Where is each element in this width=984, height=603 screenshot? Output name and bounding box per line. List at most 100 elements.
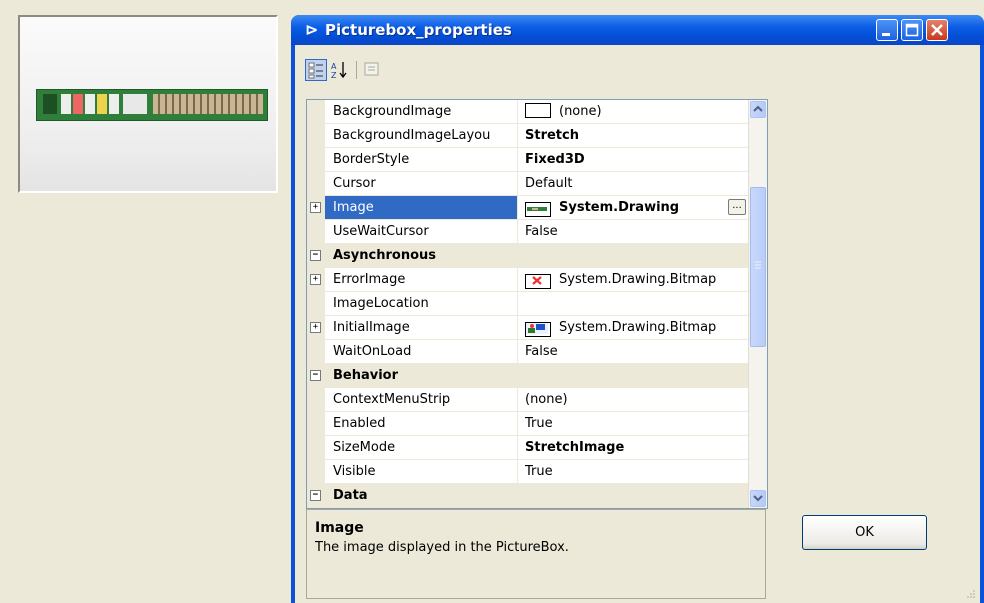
category-label: Behavior [333, 368, 399, 383]
scroll-up-button[interactable] [750, 101, 766, 118]
initial-thumb-icon [525, 322, 551, 337]
property-value-text: (none) [559, 104, 602, 119]
categorized-button[interactable] [305, 59, 327, 81]
property-value[interactable]: Default [519, 172, 748, 195]
collapse-icon[interactable]: − [310, 250, 321, 261]
toolbar-separator [356, 61, 357, 79]
collapse-icon[interactable]: − [310, 370, 321, 381]
property-value-text: System.Drawing.Bitmap [559, 272, 717, 287]
property-value[interactable]: True [519, 412, 748, 435]
property-name: InitialImage [325, 316, 518, 339]
scroll-down-button[interactable] [750, 490, 766, 507]
property-value[interactable]: System.Drawing.Bitmap [519, 268, 748, 291]
app-icon: ⊳ [305, 20, 319, 39]
help-panel: Image The image displayed in the Picture… [306, 509, 766, 599]
row-gutter [307, 172, 325, 195]
board-thumb-icon [525, 202, 551, 217]
properties-window: ⊳ Picturebox_properties A Z BackgroundIm… [291, 15, 984, 603]
title-bar[interactable]: ⊳ Picturebox_properties [291, 15, 984, 45]
property-value[interactable] [519, 292, 748, 315]
maximize-button[interactable] [901, 19, 923, 41]
ok-button[interactable]: OK [802, 515, 927, 550]
property-value-text: False [525, 344, 558, 359]
close-button[interactable] [926, 19, 948, 41]
row-gutter [307, 340, 325, 363]
property-value[interactable]: System.Drawing... [519, 196, 748, 219]
row-gutter [307, 292, 325, 315]
svg-text:A: A [331, 62, 337, 71]
property-value[interactable]: StretchImage [519, 436, 748, 459]
property-row[interactable]: SizeMode StretchImage [307, 436, 748, 460]
property-row[interactable]: Cursor Default [307, 172, 748, 196]
property-row[interactable]: BorderStyle Fixed3D [307, 148, 748, 172]
property-value[interactable]: Fixed3D [519, 148, 748, 171]
property-value[interactable]: True [519, 460, 748, 483]
property-value-text: True [525, 416, 553, 431]
property-row[interactable]: Visible True [307, 460, 748, 484]
property-value[interactable]: Stretch [519, 124, 748, 147]
category-row[interactable]: − Behavior [307, 364, 748, 388]
row-gutter [307, 124, 325, 147]
expand-icon[interactable]: + [310, 274, 321, 285]
alphabetical-icon: A Z [331, 62, 347, 80]
category-row[interactable]: − Asynchronous [307, 244, 748, 268]
ellipsis-button[interactable]: ... [728, 199, 746, 215]
property-row[interactable]: BackgroundImage (none) [307, 100, 748, 124]
property-value-text: Fixed3D [525, 152, 585, 167]
property-grid-rows: BackgroundImage (none) BackgroundImageLayo… [307, 100, 748, 508]
property-name: BorderStyle [325, 148, 518, 171]
property-row[interactable]: ImageLocation [307, 292, 748, 316]
property-row[interactable]: + InitialImage System.Drawing.Bitmap [307, 316, 748, 340]
row-gutter [307, 412, 325, 435]
blank-icon [525, 103, 551, 118]
property-row[interactable]: WaitOnLoad False [307, 340, 748, 364]
category-row[interactable]: − Data [307, 484, 748, 508]
property-name: Visible [325, 460, 518, 483]
error-thumb-icon [525, 274, 551, 289]
category-label: Asynchronous [333, 248, 437, 263]
alphabetical-button[interactable]: A Z [329, 59, 351, 81]
expand-icon[interactable]: + [310, 322, 321, 333]
property-pages-button[interactable] [361, 59, 383, 81]
property-row[interactable]: UseWaitCursor False [307, 220, 748, 244]
svg-text:Z: Z [331, 71, 337, 80]
picture-box [18, 15, 278, 193]
expand-icon[interactable]: + [310, 202, 321, 213]
property-row[interactable]: ContextMenuStrip (none) [307, 388, 748, 412]
property-value[interactable]: (none) [519, 100, 748, 123]
property-value-text: Stretch [525, 128, 579, 143]
property-value-text: System.Drawing.Bitmap [559, 320, 717, 335]
row-gutter [307, 460, 325, 483]
property-value-text: System.Drawing [559, 200, 680, 215]
property-row[interactable]: + ErrorImage System.Drawing.Bitmap [307, 268, 748, 292]
property-row[interactable]: BackgroundImageLayou Stretch [307, 124, 748, 148]
window-title: Picturebox_properties [325, 21, 512, 39]
property-row[interactable]: Enabled True [307, 412, 748, 436]
maximize-icon [905, 23, 919, 37]
property-name: Cursor [325, 172, 518, 195]
property-name: Enabled [325, 412, 518, 435]
property-value[interactable]: System.Drawing.Bitmap [519, 316, 748, 339]
property-name: ErrorImage [325, 268, 518, 291]
property-value[interactable]: (none) [519, 388, 748, 411]
property-name: UseWaitCursor [325, 220, 518, 243]
property-value-text: (none) [525, 392, 568, 407]
collapse-icon[interactable]: − [310, 490, 321, 501]
scroll-thumb[interactable] [750, 187, 766, 347]
categorized-icon [308, 62, 323, 79]
minimize-button[interactable] [876, 19, 898, 41]
property-value-text: StretchImage [525, 440, 625, 455]
chevron-down-icon [753, 495, 763, 502]
resize-grip-icon[interactable] [966, 589, 976, 599]
minimize-icon [882, 33, 890, 36]
vertical-scrollbar[interactable] [748, 100, 767, 508]
property-row[interactable]: + Image System.Drawing... [307, 196, 748, 220]
property-value-text: False [525, 224, 558, 239]
property-name: SizeMode [325, 436, 518, 459]
category-label: Data [333, 488, 368, 503]
row-gutter [307, 148, 325, 171]
property-value[interactable]: False [519, 220, 748, 243]
property-value[interactable]: False [519, 340, 748, 363]
circuit-board [36, 89, 268, 121]
property-value-text: True [525, 464, 553, 479]
